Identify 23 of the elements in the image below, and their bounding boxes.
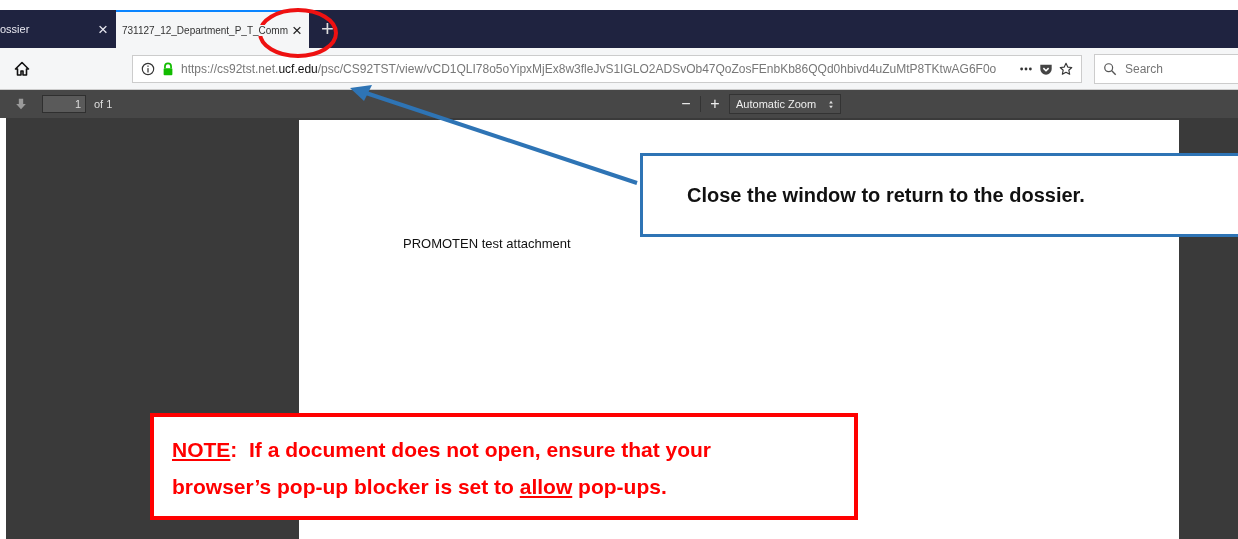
document-text: PROMOTEN test attachment [403,236,571,251]
search-icon [1103,61,1117,76]
info-icon[interactable] [141,61,155,76]
page-number-field[interactable]: 1 [42,95,86,113]
star-icon[interactable] [1059,61,1073,76]
new-tab-button[interactable]: + [315,10,340,48]
note-text: NOTE: If a document does not open, ensure that your browser’s pop-up blocker is set to allow pop-ups. [172,437,713,500]
zoom-out-button[interactable]: − [678,95,694,113]
url-text: https://cs92tst.net.ucf.edu/psc/CS92TST/view/vCD1QLI78o5oYipxMjEx8w3fleJvS1IGLO2ADSvOb47QoZosFEnbKb86QQd0hbivd4uZuMtP8TKtwAG6F0o [181,61,997,76]
search-field[interactable]: Search [1094,53,1238,84]
callout-text: Close the window to return to the dossier. [687,183,1085,207]
browser-tab[interactable]: ossier × [0,10,116,48]
down-arrow-icon[interactable] [14,97,28,111]
zoom-dropdown[interactable]: Automatic Zoom [729,94,842,114]
home-icon[interactable] [14,60,30,77]
browser-tab[interactable]: 731127_12_Department_P_T_Comm × [116,10,309,48]
up-down-icon [828,99,835,109]
close-icon[interactable]: × [292,21,302,39]
close-icon[interactable]: × [98,20,108,38]
search-input[interactable]: Search [1123,60,1227,77]
zoom-in-button[interactable]: + [707,95,723,113]
address-bar[interactable]: https://cs92tst.net.ucf.edu/psc/CS92TST/view/vCD1QLI78o5oYipxMjEx8w3fleJvS1IGLO2ADSvOb47QoZosFEnbKb86QQd0hbivd4uZuMtP8TKtwAG6F0o [132,54,1082,83]
page-count: of 1 [94,98,113,110]
